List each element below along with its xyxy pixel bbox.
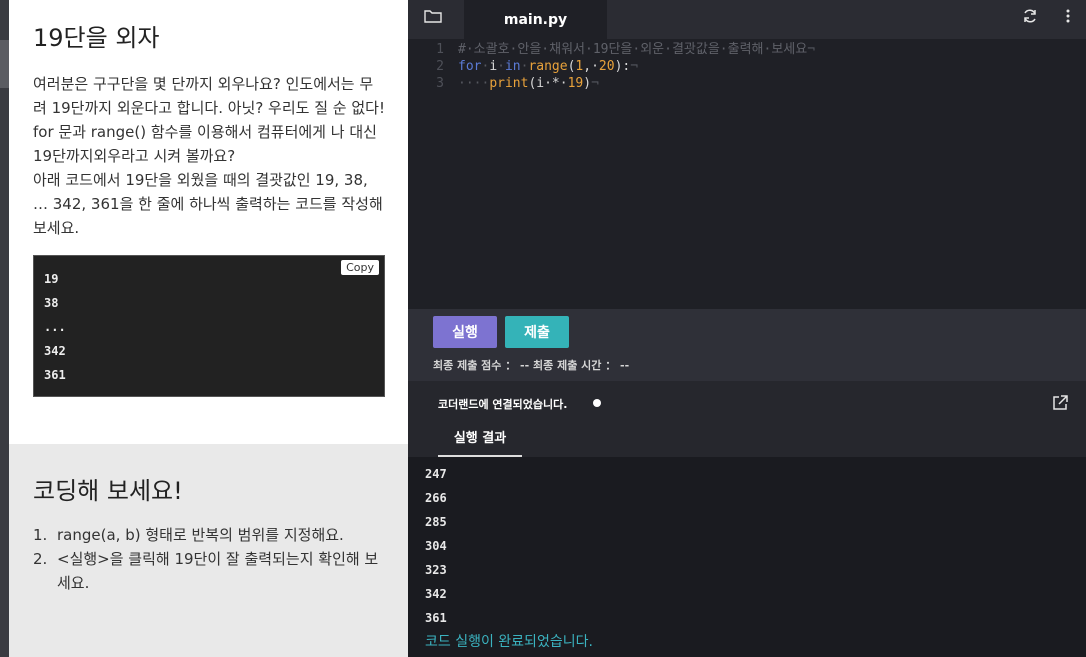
code-number: 19: [567, 76, 584, 91]
more-vertical-icon[interactable]: [1060, 6, 1076, 26]
refresh-icon[interactable]: [1020, 6, 1040, 26]
expected-output-line: 361: [44, 368, 66, 382]
code-function: range: [528, 59, 568, 74]
code-function: print: [489, 76, 529, 91]
tab-run-result[interactable]: 실행 결과: [438, 425, 522, 457]
lesson-description-paragraph: 여러분은 구구단을 몇 단까지 외우나요? 인도에서는 무려 19단까지 외운다…: [33, 75, 385, 165]
code-punct: ): [583, 76, 592, 91]
expected-output-line: ...: [44, 320, 66, 334]
connection-indicator: [593, 399, 601, 407]
practice-list: 1. range(a, b) 형태로 반복의 범위를 지정해요. 2. <실행>…: [33, 523, 385, 595]
code-keyword: in: [504, 59, 521, 74]
execution-complete-message: 코드 실행이 완료되었습니다.: [425, 634, 593, 650]
run-button[interactable]: 실행: [433, 316, 497, 348]
indent-marker: ····: [458, 76, 490, 91]
eol-marker: ¬: [591, 76, 599, 91]
practice-panel: 코딩해 보세요! 1. range(a, b) 형태로 반복의 범위를 지정해요…: [9, 444, 408, 657]
submission-status: 최종 제출 점수 ： -- 최종 제출 시간 ： --: [433, 359, 630, 372]
console-line: 247: [425, 467, 447, 481]
editor-tab-bar: main.py: [408, 0, 1086, 39]
copy-button[interactable]: Copy: [341, 260, 379, 275]
code-line[interactable]: 3 ····print(i·*·19)¬: [408, 75, 815, 92]
lesson-description-paragraph: 아래 코드에서 19단을 외웠을 때의 결괏값인 19, 38, … 342, …: [33, 171, 383, 237]
code-comment: #·소괄호·안을·채워서·19단을·외운·결괏값을·출력해·보세요: [458, 42, 808, 57]
external-link-icon[interactable]: [1050, 393, 1070, 413]
expected-output-line: 342: [44, 344, 66, 358]
left-strip: [0, 0, 9, 657]
list-item: 2. <실행>을 클릭해 19단이 잘 출력되는지 확인해 보세요.: [33, 547, 385, 595]
folder-icon[interactable]: [422, 6, 444, 26]
list-item-number: 1.: [33, 526, 48, 544]
controls-bar: 실행 제출 최종 제출 점수 ： -- 최종 제출 시간 ： --: [408, 309, 1086, 381]
code-number: 20: [598, 59, 615, 74]
left-strip-handle[interactable]: [0, 40, 9, 88]
code-expr: (i·*·: [528, 76, 568, 91]
console-line: 285: [425, 515, 447, 529]
console-line: 323: [425, 563, 447, 577]
line-number: 3: [436, 76, 444, 91]
code-line[interactable]: 2 for·i·in·range(1,·20):¬: [408, 58, 815, 75]
eol-marker: ¬: [807, 42, 816, 57]
console-output: 247 266 285 304 323 342 361 코드 실행이 완료되었습…: [408, 457, 1086, 657]
lesson-description: 여러분은 구구단을 몇 단까지 외우나요? 인도에서는 무려 19단까지 외운다…: [33, 72, 385, 240]
connection-status: 코더랜드에 연결되었습니다.: [438, 398, 568, 411]
lesson-title: 19단을 외자: [33, 24, 160, 52]
list-item-text: <실행>을 클릭해 19단이 잘 출력되는지 확인해 보세요.: [57, 550, 379, 592]
console-line: 266: [425, 491, 447, 505]
result-header: 코더랜드에 연결되었습니다. 실행 결과: [408, 381, 1086, 457]
expected-output-line: 38: [44, 296, 59, 310]
lesson-panel: 19단을 외자 여러분은 구구단을 몇 단까지 외우나요? 인도에서는 무려 1…: [9, 0, 408, 444]
console-line: 304: [425, 539, 447, 553]
list-item-text: range(a, b) 형태로 반복의 범위를 지정해요.: [57, 526, 344, 544]
code-editor[interactable]: main.py 1 #·소괄호·안을·채워서·19단을·외운·결괏값을·출력해·…: [408, 0, 1086, 309]
console-line: 342: [425, 587, 447, 601]
practice-title: 코딩해 보세요!: [33, 477, 183, 505]
code-area[interactable]: 1 #·소괄호·안을·채워서·19단을·외운·결괏값을·출력해·보세요¬ 2 f…: [408, 41, 815, 92]
line-number: 2: [436, 59, 444, 74]
submit-button[interactable]: 제출: [505, 316, 569, 348]
list-item: 1. range(a, b) 형태로 반복의 범위를 지정해요.: [33, 523, 385, 547]
code-line[interactable]: 1 #·소괄호·안을·채워서·19단을·외운·결괏값을·출력해·보세요¬: [408, 41, 815, 58]
line-number: 1: [436, 42, 444, 57]
tab-main-py[interactable]: main.py: [464, 0, 607, 39]
code-punct: ):: [614, 59, 631, 74]
expected-output-box: Copy 19 38 ... 342 361: [33, 255, 385, 397]
code-punct: ,·: [583, 59, 599, 74]
expected-output-line: 19: [44, 272, 59, 286]
eol-marker: ¬: [630, 59, 639, 74]
code-keyword: for: [458, 59, 482, 74]
list-item-number: 2.: [33, 550, 48, 568]
code-var: i: [489, 59, 498, 74]
